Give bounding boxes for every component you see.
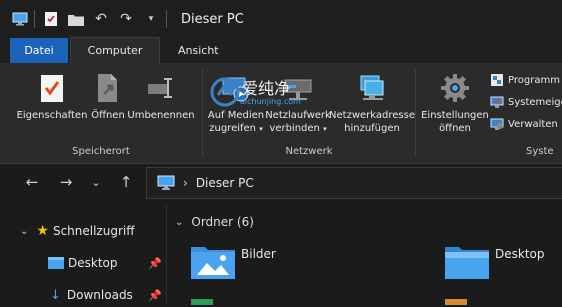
add-network-location-label: Netzwerkadresse hinzufügen (329, 110, 415, 134)
system-properties-label: Systemeige (508, 96, 562, 108)
open-settings-button[interactable]: Einstellungen öffnen (420, 69, 490, 135)
desktop-folder-icon (445, 247, 489, 279)
sidebar-item-desktop[interactable]: Desktop 📌 (0, 251, 166, 275)
partial-folder-icon (445, 299, 467, 305)
map-network-drive-label: Netzlaufwerk verbinden ▾ (265, 110, 331, 134)
rename-button[interactable]: Umbenennen (127, 69, 195, 122)
system-properties-icon (490, 96, 504, 108)
programs-label: Programm (508, 74, 560, 86)
computer-icon[interactable] (12, 11, 28, 27)
sidebar-item-downloads[interactable]: ↓ Downloads 📌 (0, 283, 166, 307)
redo-icon[interactable]: ↷ (117, 10, 135, 28)
system-group-label: Syste (526, 146, 554, 157)
system-properties-button[interactable]: Systemeige (490, 91, 562, 113)
programs-button[interactable]: Programm (490, 69, 562, 91)
open-button[interactable]: Öffnen (88, 69, 128, 122)
breadcrumb-this-pc[interactable]: Dieser PC (196, 176, 254, 190)
manage-button[interactable]: Verwalten (490, 113, 562, 135)
forward-arrow-icon[interactable]: → (56, 172, 76, 192)
tab-computer[interactable]: Computer (70, 37, 160, 63)
pin-icon[interactable]: 📌 (148, 289, 162, 302)
computer-icon (157, 175, 175, 190)
tab-view[interactable]: Ansicht (166, 38, 231, 63)
back-arrow-icon[interactable]: ← (22, 172, 42, 192)
quick-access-label: Schnellzugriff (52, 224, 135, 238)
manage-icon (490, 118, 504, 130)
divider (34, 10, 35, 28)
open-settings-label: Einstellungen öffnen (421, 110, 489, 134)
folder-pictures[interactable]: Bilder (191, 243, 276, 279)
desktop-label: Desktop (68, 256, 118, 270)
divider (166, 10, 167, 28)
customize-quick-access-icon[interactable]: ▾ (142, 10, 160, 28)
location-group-label: Speicherort (72, 146, 130, 157)
ribbon: Eigenschaften Öffnen Umbenennen Speicher… (0, 63, 562, 164)
pictures-label: Bilder (241, 247, 276, 261)
folders-section-title: Ordner (6) (191, 215, 254, 229)
breadcrumb-chevron-icon[interactable]: › (183, 176, 188, 190)
folder-desktop[interactable]: Desktop (445, 243, 545, 279)
pin-icon[interactable]: 📌 (148, 257, 162, 270)
manage-label: Verwalten (508, 118, 558, 130)
properties-label: Eigenschaften (16, 110, 88, 121)
navigation-bar: ← → ⌄ ↑ › Dieser PC (0, 164, 562, 200)
network-location-icon (352, 69, 392, 107)
location-group: Eigenschaften Öffnen Umbenennen Speicher… (0, 63, 202, 163)
rename-label: Umbenennen (127, 110, 195, 121)
expand-chevron-icon[interactable]: ⌄ (20, 226, 28, 237)
system-small-list: Programm Systemeige Verwalten (490, 69, 562, 135)
downloads-label: Downloads (66, 288, 133, 302)
star-icon: ★ (36, 223, 49, 239)
undo-icon[interactable]: ↶ (92, 10, 110, 28)
title-bar: ↶ ↷ ▾ Dieser PC (0, 0, 562, 38)
window-title: Dieser PC (181, 11, 244, 27)
open-label: Öffnen (91, 110, 125, 121)
network-group-label: Netzwerk (285, 146, 333, 157)
add-network-location-button[interactable]: Netzwerkadresse hinzufügen (329, 69, 415, 135)
recent-locations-chevron-icon[interactable]: ⌄ (86, 172, 106, 192)
ribbon-tabs: Datei Computer Ansicht (0, 37, 562, 63)
collapse-chevron-icon[interactable]: ⌄ (175, 217, 183, 228)
properties-button[interactable]: Eigenschaften (14, 69, 90, 122)
properties-icon (32, 69, 72, 107)
new-folder-quick-icon[interactable] (67, 10, 85, 28)
properties-quick-icon[interactable] (42, 10, 60, 28)
open-icon (88, 69, 128, 107)
watermark-url: aichunjing.com (240, 97, 301, 106)
navigation-pane: ⌄ ★ Schnellzugriff Desktop 📌 ↓ Downloads… (0, 205, 167, 303)
watermark-logo: 爱纯净 aichunjing.com (210, 73, 316, 113)
up-arrow-icon[interactable]: ↑ (116, 172, 136, 192)
access-media-label: Auf Medien zugreifen ▾ (207, 110, 265, 134)
desktop-label: Desktop (495, 247, 545, 261)
sidebar-item-quick-access[interactable]: ⌄ ★ Schnellzugriff (0, 219, 166, 243)
folders-section-header[interactable]: ⌄ Ordner (6) (175, 215, 254, 229)
address-bar[interactable]: › Dieser PC (146, 167, 562, 199)
tab-file[interactable]: Datei (10, 38, 68, 63)
partial-folder-icon (191, 299, 213, 305)
programs-icon (491, 74, 503, 86)
desktop-folder-icon (48, 257, 64, 269)
settings-gear-icon (435, 69, 475, 107)
watermark-text: 爱纯净 (242, 79, 291, 98)
download-arrow-icon: ↓ (50, 287, 61, 303)
pictures-folder-icon (191, 247, 235, 279)
content-pane: ⌄ Ordner (6) Bilder Desktop (167, 205, 562, 305)
rename-icon (141, 69, 181, 107)
